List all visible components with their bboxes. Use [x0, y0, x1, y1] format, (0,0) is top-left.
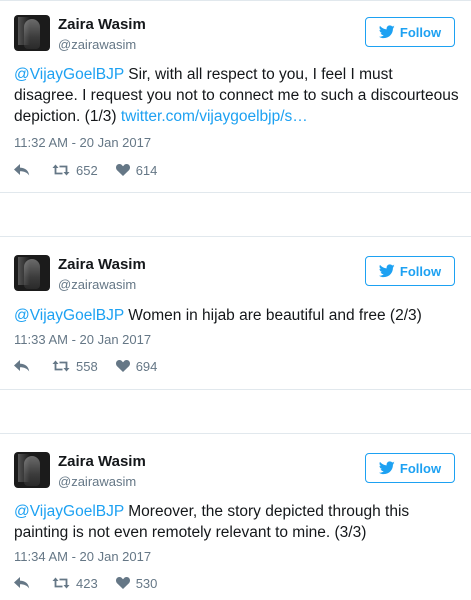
timestamp[interactable]: 11:33 AM - 20 Jan 2017	[14, 332, 151, 347]
mention-link[interactable]: @VijayGoelBJP	[14, 307, 124, 324]
tweet-actions: 558 694	[14, 357, 157, 375]
follow-label: Follow	[399, 263, 442, 279]
avatar[interactable]	[14, 255, 50, 291]
timestamp[interactable]: 11:34 AM - 20 Jan 2017	[14, 549, 151, 564]
timestamp[interactable]: 11:32 AM - 20 Jan 2017	[14, 135, 151, 150]
retweet-icon	[52, 360, 70, 372]
heart-icon	[115, 577, 130, 589]
retweet-count: 652	[76, 162, 98, 178]
tweet-card: Zaira Wasim @zairawasim Follow @VijayGoe…	[0, 0, 471, 193]
mention-link[interactable]: @VijayGoelBJP	[14, 503, 124, 520]
twitter-bird-icon	[378, 25, 395, 39]
tweet-body: Women in hijab are beautiful and free (2…	[123, 307, 422, 324]
retweet-count: 423	[76, 575, 98, 591]
heart-icon	[115, 164, 130, 176]
author-name[interactable]: Zaira Wasim	[58, 16, 146, 33]
author-handle[interactable]: @zairawasim	[58, 474, 136, 489]
twitter-bird-icon	[378, 461, 395, 475]
tweet-card: Zaira Wasim @zairawasim Follow @VijayGoe…	[0, 236, 471, 390]
twitter-bird-icon	[378, 264, 395, 278]
follow-button[interactable]: Follow	[365, 17, 455, 47]
like-button[interactable]: 694	[115, 358, 158, 374]
like-count: 694	[135, 358, 158, 374]
avatar[interactable]	[14, 15, 50, 51]
retweet-button[interactable]: 423	[52, 576, 98, 591]
separator	[0, 193, 471, 236]
retweet-button[interactable]: 652	[52, 163, 98, 178]
follow-label: Follow	[399, 24, 442, 40]
reply-button[interactable]	[14, 577, 32, 589]
tweet-actions: 652 614	[14, 161, 157, 179]
like-count: 614	[135, 162, 158, 178]
like-button[interactable]: 614	[115, 162, 158, 178]
reply-button[interactable]	[14, 164, 32, 176]
tweet-link[interactable]: twitter.com/vijaygoelbjp/s…	[121, 108, 308, 125]
like-count: 530	[135, 575, 158, 591]
tweet-text: @VijayGoelBJP Sir, with all respect to y…	[14, 64, 459, 127]
reply-icon	[14, 577, 30, 589]
reply-icon	[14, 360, 30, 372]
author-name[interactable]: Zaira Wasim	[58, 256, 146, 273]
tweet-card: Zaira Wasim @zairawasim Follow @VijayGoe…	[0, 433, 471, 600]
like-button[interactable]: 530	[115, 575, 158, 591]
follow-button[interactable]: Follow	[365, 453, 455, 483]
tweet-text: @VijayGoelBJP Moreover, the story depict…	[14, 501, 459, 543]
tweet-text: @VijayGoelBJP Women in hijab are beautif…	[14, 305, 459, 326]
retweet-icon	[52, 577, 70, 589]
avatar[interactable]	[14, 452, 50, 488]
follow-label: Follow	[399, 460, 442, 476]
reply-icon	[14, 164, 30, 176]
author-name[interactable]: Zaira Wasim	[58, 453, 146, 470]
retweet-button[interactable]: 558	[52, 359, 98, 374]
author-handle[interactable]: @zairawasim	[58, 277, 136, 292]
author-handle[interactable]: @zairawasim	[58, 37, 136, 52]
heart-icon	[115, 360, 130, 372]
follow-button[interactable]: Follow	[365, 256, 455, 286]
reply-button[interactable]	[14, 360, 32, 372]
separator	[0, 390, 471, 433]
tweet-actions: 423 530	[14, 574, 157, 592]
retweet-count: 558	[76, 358, 98, 374]
mention-link[interactable]: @VijayGoelBJP	[14, 66, 124, 83]
retweet-icon	[52, 164, 70, 176]
